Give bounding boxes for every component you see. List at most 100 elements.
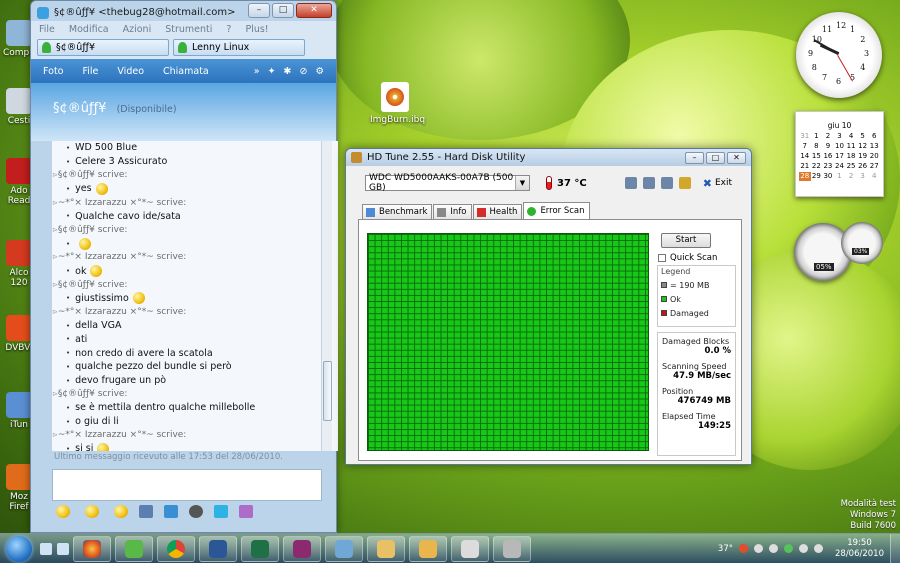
start-button[interactable] — [6, 535, 32, 562]
taskbar-mail[interactable] — [409, 535, 447, 562]
menu-item[interactable]: Modifica — [69, 24, 109, 35]
calendar-day[interactable]: 3 — [857, 172, 869, 181]
calendar-day[interactable]: 11 — [845, 142, 857, 151]
calendar-day[interactable]: 20 — [868, 152, 880, 161]
calendar-day[interactable]: 12 — [857, 142, 869, 151]
tab-error-scan[interactable]: Error Scan — [523, 202, 590, 219]
calendar-day[interactable]: 19 — [857, 152, 869, 161]
taskbar-chrome[interactable] — [157, 535, 195, 562]
message-input[interactable] — [52, 469, 322, 501]
save-icon[interactable] — [660, 177, 673, 189]
network-icon[interactable] — [799, 544, 808, 553]
close-button[interactable]: ✕ — [727, 151, 746, 164]
games-icon[interactable]: ✱ — [284, 66, 292, 77]
switch-windows-icon[interactable] — [57, 542, 69, 555]
start-button[interactable]: Start — [661, 233, 711, 248]
options-icon[interactable] — [678, 177, 691, 189]
tray-icon[interactable] — [754, 544, 763, 553]
calendar-day[interactable]: 28 — [799, 172, 811, 181]
taskbar-notepad[interactable] — [451, 535, 489, 562]
taskbar-excel[interactable] — [241, 535, 279, 562]
minimize-button[interactable]: – — [248, 3, 270, 18]
calendar-day[interactable]: 23 — [822, 162, 834, 171]
volume-icon[interactable] — [814, 544, 823, 553]
activities-icon[interactable]: ✦ — [268, 66, 276, 77]
minimize-button[interactable]: – — [685, 151, 704, 164]
tray-icon[interactable] — [769, 544, 778, 553]
tab-info[interactable]: Info — [433, 204, 472, 219]
menu-item[interactable]: Azioni — [123, 24, 152, 35]
ink-icon[interactable] — [189, 505, 203, 518]
tab-conversation-1[interactable]: §¢®ûƒƒ¥ — [37, 39, 169, 56]
wink-icon[interactable] — [85, 505, 99, 518]
quick-scan-checkbox[interactable]: Quick Scan — [658, 253, 717, 263]
calendar-day[interactable]: 8 — [811, 142, 823, 151]
block-icon[interactable]: ⊘ — [300, 66, 308, 77]
nudge-icon[interactable] — [114, 505, 128, 518]
font-icon[interactable] — [214, 505, 228, 518]
calendar-day[interactable]: 15 — [811, 152, 823, 161]
tab-conversation-2[interactable]: Lenny Linux — [173, 39, 305, 56]
menu-item[interactable]: Strumenti — [165, 24, 212, 35]
taskbar-hdtune[interactable] — [493, 535, 531, 562]
copy-icon[interactable] — [624, 177, 637, 189]
toolbar-call[interactable]: Chiamata — [163, 66, 209, 77]
calendar-day[interactable]: 14 — [799, 152, 811, 161]
menu-item[interactable]: File — [39, 24, 55, 35]
tray-icon[interactable] — [739, 544, 748, 553]
tab-health[interactable]: Health — [472, 204, 523, 219]
show-desktop-button[interactable] — [890, 533, 900, 563]
calendar-day[interactable]: 30 — [822, 172, 834, 181]
calendar-day[interactable]: 6 — [868, 132, 880, 141]
taskbar-winrar[interactable] — [283, 535, 321, 562]
calendar-gadget[interactable]: giu 10 31 1 2 3 4 5 6 7 8 9 10 11 12 13 14 15 16 17 18 19 20… — [795, 111, 884, 197]
handwrite-icon[interactable] — [239, 505, 253, 518]
maximize-button[interactable]: □ — [272, 3, 294, 18]
voice-clip-icon[interactable] — [139, 505, 153, 518]
calendar-day[interactable]: 3 — [834, 132, 846, 141]
emoticon-icon[interactable] — [56, 505, 70, 518]
calendar-day[interactable]: 17 — [834, 152, 846, 161]
calendar-day[interactable]: 2 — [845, 172, 857, 181]
checkbox-box[interactable] — [658, 254, 666, 262]
toolbar-video[interactable]: Video — [117, 66, 144, 77]
chat-scrollbar[interactable] — [321, 141, 332, 451]
drive-select[interactable]: WDC WD5000AAKS-00A7B (500 GB) ▼ — [365, 173, 530, 193]
calendar-day[interactable]: 2 — [822, 132, 834, 141]
taskbar-explorer[interactable] — [367, 535, 405, 562]
close-button[interactable]: ✕ — [296, 3, 332, 18]
toolbar-photos[interactable]: Foto — [43, 66, 63, 77]
calendar-day[interactable]: 16 — [822, 152, 834, 161]
calendar-day[interactable]: 4 — [845, 132, 857, 141]
calendar-day[interactable]: 22 — [811, 162, 823, 171]
tab-benchmark[interactable]: Benchmark — [362, 204, 433, 219]
tray-icon[interactable] — [784, 544, 793, 553]
copy-all-icon[interactable] — [642, 177, 655, 189]
more-icon[interactable]: » — [254, 66, 260, 77]
calendar-day[interactable]: 24 — [834, 162, 846, 171]
maximize-button[interactable]: □ — [706, 151, 725, 164]
toolbar-file[interactable]: File — [82, 66, 98, 77]
desktop-icon-imgburn[interactable]: ImgBurn.ibq — [370, 82, 425, 125]
menu-item[interactable]: Plus! — [245, 24, 268, 35]
menu-item[interactable]: ? — [226, 24, 231, 35]
calendar-day[interactable]: 21 — [799, 162, 811, 171]
calendar-day[interactable]: 1 — [811, 132, 823, 141]
calendar-day[interactable]: 7 — [799, 142, 811, 151]
taskbar-clock[interactable]: 19:50 28/06/2010 — [835, 538, 884, 560]
calendar-day[interactable]: 26 — [857, 162, 869, 171]
clock-gadget[interactable]: 121234567891011 — [796, 12, 882, 98]
calendar-day[interactable]: 13 — [868, 142, 880, 151]
calendar-day[interactable]: 9 — [822, 142, 834, 151]
chevron-down-icon[interactable]: ▼ — [515, 176, 529, 190]
calendar-day[interactable]: 29 — [811, 172, 823, 181]
calendar-day[interactable]: 10 — [834, 142, 846, 151]
calendar-day[interactable]: 5 — [857, 132, 869, 141]
exit-button[interactable]: ✖ Exit — [703, 177, 732, 190]
taskbar-messenger[interactable] — [115, 535, 153, 562]
taskbar-firefox[interactable] — [73, 535, 111, 562]
hdtune-title-bar[interactable]: HD Tune 2.55 - Hard Disk Utility – □ ✕ — [346, 149, 751, 166]
background-icon[interactable] — [164, 505, 178, 518]
memory-meter-gadget[interactable]: 03% — [841, 222, 883, 264]
calendar-day[interactable]: 31 — [799, 132, 811, 141]
